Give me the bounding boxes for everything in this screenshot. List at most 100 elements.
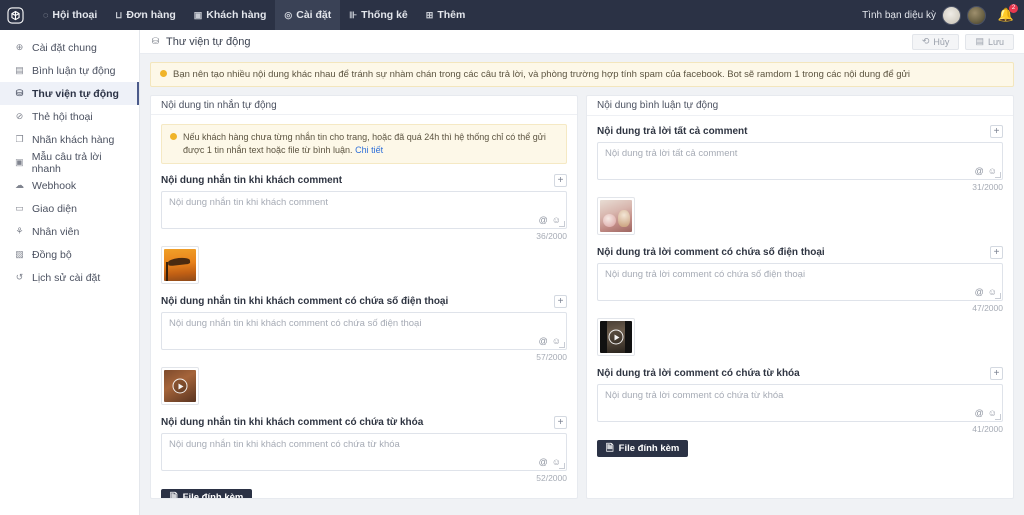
chat-icon: ◌ (43, 9, 49, 20)
play-icon (172, 378, 188, 394)
nav-label: Hội thoại (52, 9, 98, 21)
image-food (600, 200, 632, 233)
sidebar-item-nhan-vien[interactable]: ⚘ Nhân viên (0, 220, 139, 243)
app-logo[interactable] (0, 0, 30, 30)
sidebar-item-label: Thẻ hội thoại (32, 110, 93, 123)
field-group: Nội dung nhắn tin khi khách comment có c… (161, 416, 567, 499)
add-variation-button[interactable]: + (990, 367, 1003, 381)
users-icon: ▣ (193, 9, 203, 20)
info-note-link[interactable]: Chi tiết (355, 145, 383, 155)
sidebar-item-label: Nhân viên (32, 225, 80, 238)
sidebar-item-lich-su-cai-dat[interactable]: ↺ Lịch sử cài đặt (0, 266, 139, 289)
nav-item-don-hang[interactable]: ⊔ Đơn hàng (106, 0, 185, 30)
comment-textarea[interactable]: Nội dung trả lời comment có chứa từ khóa… (597, 384, 1003, 423)
field-header: Nội dung trả lời comment có chứa số điện… (597, 246, 1003, 260)
cancel-button[interactable]: ⟲ Hủy (911, 33, 960, 50)
add-variation-button[interactable]: + (554, 174, 567, 187)
sync-icon: ▨ (15, 249, 24, 259)
warning-icon (160, 70, 167, 77)
avatar[interactable] (942, 5, 961, 25)
sidebar-item-binh-luan-tu-dong[interactable]: ▤ Bình luận tự động (0, 59, 139, 82)
notification-badge: 2 (1009, 4, 1018, 13)
mention-icon[interactable]: @ (539, 336, 548, 346)
field-group: Nội dung nhắn tin khi khách comment + Nộ… (161, 174, 567, 284)
library-icon: ⛁ (15, 88, 24, 98)
sidebar-item-thu-vien-tu-dong[interactable]: ⛁ Thư viện tự động (0, 82, 139, 105)
field-label: Nội dung trả lời tất cả comment (597, 126, 748, 138)
resize-handle[interactable] (559, 221, 565, 227)
resize-handle[interactable] (559, 342, 565, 348)
auto-comment-panel: Nội dung bình luận tự động Nội dung trả … (586, 95, 1014, 500)
nav-item-khach-hang[interactable]: ▣ Khách hàng (185, 0, 276, 30)
mention-icon[interactable]: @ (975, 408, 984, 418)
avatar[interactable] (967, 5, 986, 25)
label-icon: ❐ (15, 134, 24, 144)
mention-icon[interactable]: @ (975, 287, 984, 297)
attach-file-button[interactable]: 🗎 File đính kèm (161, 489, 253, 499)
message-textarea[interactable]: Nội dung nhắn tin khi khách comment có c… (161, 433, 567, 471)
main-nav-items: ◌ Hội thoại ⊔ Đơn hàng ▣ Khách hàng ◎ Cà… (34, 0, 474, 30)
sidebar-item-giao-dien[interactable]: ▭ Giao diện (0, 197, 139, 220)
comment-textarea[interactable]: Nội dung trả lời comment có chứa số điện… (597, 263, 1003, 302)
field-group: Nội dung trả lời comment có chứa số điện… (597, 246, 1003, 357)
nav-item-cai-dat[interactable]: ◎ Cài đặt (275, 0, 341, 30)
nav-label: Đơn hàng (126, 9, 176, 21)
account-name: Tình bạn diệu kỳ (862, 9, 936, 21)
globe-icon: ⊕ (15, 42, 24, 52)
char-counter: 31/2000 (972, 182, 1003, 193)
field-label: Nội dung nhắn tin khi khách comment có c… (161, 296, 449, 307)
nav-item-thong-ke[interactable]: ⊪ Thống kê (340, 0, 417, 30)
sidebar-item-dong-bo[interactable]: ▨ Đồng bộ (0, 243, 139, 266)
topbar-right-section: Tình bạn diệu kỳ 🔔 2 (862, 0, 1018, 30)
save-button-label: Lưu (987, 36, 1004, 47)
sidebar-item-cai-dat-chung[interactable]: ⊕ Cài đặt chung (0, 36, 139, 59)
sidebar-item-label: Mẫu câu trả lời nhanh (31, 150, 102, 175)
sidebar-item-label: Lịch sử cài đặt (32, 271, 101, 284)
textarea-placeholder: Nội dung trả lời tất cả comment (605, 148, 738, 160)
attachment-thumbnail[interactable] (597, 318, 635, 357)
comment-textarea[interactable]: Nội dung trả lời tất cả comment @ ☺ (597, 142, 1003, 181)
sidebar-item-the-hoi-thoai[interactable]: ⊘ Thẻ hội thoại (0, 105, 139, 128)
notifications-button[interactable]: 🔔 2 (996, 4, 1018, 25)
add-variation-button[interactable]: + (990, 246, 1003, 260)
char-counter: 52/2000 (536, 473, 567, 483)
field-header: Nội dung nhắn tin khi khách comment có c… (161, 416, 567, 429)
textarea-placeholder: Nội dung trả lời comment có chứa từ khóa (605, 390, 784, 402)
history-icon: ↺ (15, 272, 24, 282)
warning-icon (170, 132, 177, 140)
resize-handle[interactable] (995, 293, 1001, 300)
sidebar-item-label: Webhook (32, 179, 77, 192)
add-variation-button[interactable]: + (990, 125, 1003, 139)
message-textarea[interactable]: Nội dung nhắn tin khi khách comment có c… (161, 312, 567, 350)
sidebar-item-label: Thư viện tự động (32, 87, 119, 100)
comment-icon: ▤ (15, 65, 24, 75)
resize-handle[interactable] (559, 463, 565, 469)
mention-icon[interactable]: @ (975, 166, 984, 176)
sidebar-item-mau-cau-tra-loi-nhanh[interactable]: ▣ Mẫu câu trả lời nhanh (0, 150, 139, 175)
textarea-tools: @ ☺ (975, 166, 997, 176)
auto-message-panel-header: Nội dung tin nhắn tự động (151, 96, 577, 115)
add-variation-button[interactable]: + (554, 295, 567, 308)
resize-handle[interactable] (995, 414, 1001, 421)
nav-label: Cài đặt (296, 9, 332, 21)
field-group: Nội dung trả lời comment có chứa từ khóa… (597, 367, 1003, 458)
char-counter: 57/2000 (536, 352, 567, 362)
message-textarea[interactable]: Nội dung nhắn tin khi khách comment @ ☺ (161, 191, 567, 229)
add-variation-button[interactable]: + (554, 416, 567, 429)
monitor-icon: ▭ (15, 203, 24, 213)
resize-handle[interactable] (995, 172, 1001, 179)
field-group: Nội dung nhắn tin khi khách comment có c… (161, 295, 567, 405)
nav-item-them[interactable]: ⊞ Thêm (417, 0, 475, 30)
mention-icon[interactable]: @ (539, 457, 548, 467)
video-thumbnail (164, 370, 196, 402)
save-button[interactable]: ▤ Lưu (965, 33, 1014, 50)
attachment-thumbnail[interactable] (597, 197, 635, 236)
mention-icon[interactable]: @ (539, 215, 548, 225)
sidebar-item-webhook[interactable]: ☁ Webhook (0, 174, 139, 197)
attachment-thumbnail[interactable] (161, 246, 199, 284)
attachment-thumbnail[interactable] (161, 367, 199, 405)
nav-item-hoi-thoai[interactable]: ◌ Hội thoại (34, 0, 106, 30)
attach-file-button[interactable]: 🗎 File đính kèm (597, 440, 689, 458)
sidebar-item-nhan-khach-hang[interactable]: ❐ Nhãn khách hàng (0, 128, 139, 151)
play-icon (608, 329, 624, 345)
